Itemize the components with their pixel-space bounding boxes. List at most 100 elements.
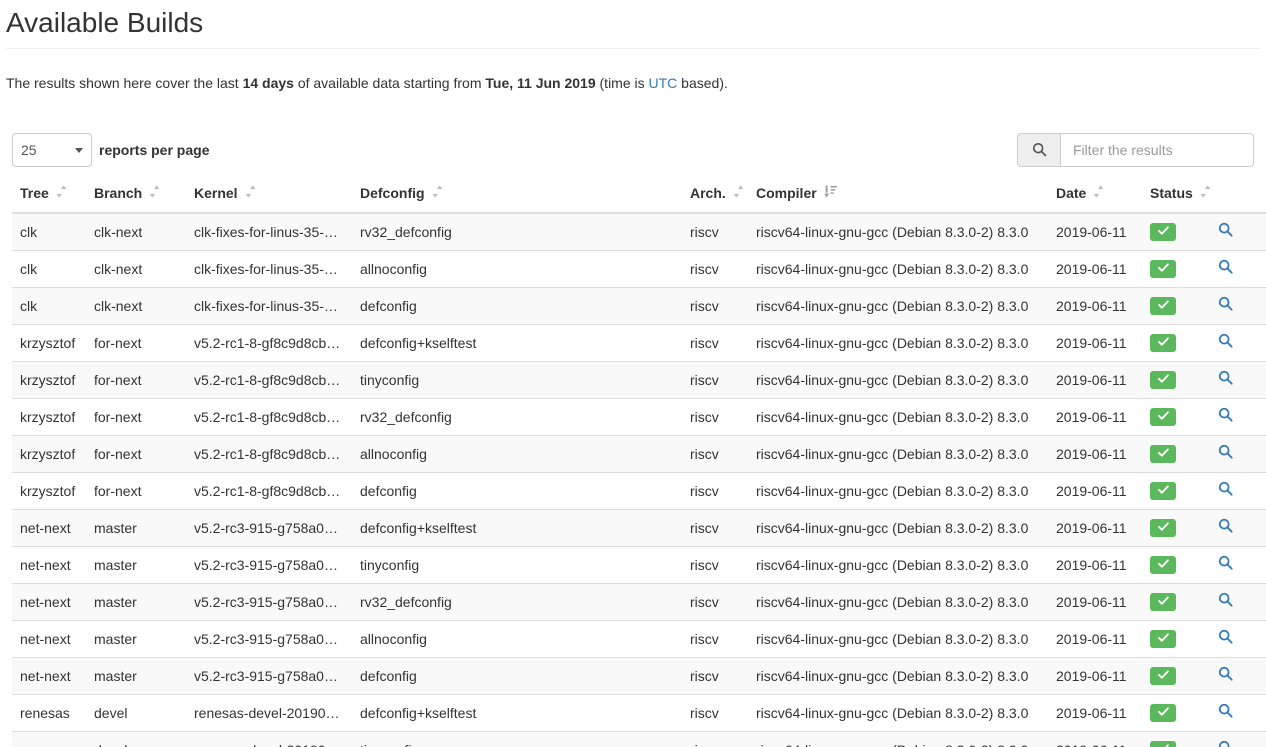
sort-both-icon — [432, 185, 443, 198]
cell-date: 2019-06-11 — [1048, 471, 1142, 510]
cell-compiler: riscv64-linux-gnu-gcc (Debian 8.3.0-2) 8… — [748, 286, 1048, 325]
cell-arch: riscv — [682, 434, 748, 473]
cell-date: 2019-06-11 — [1048, 693, 1142, 732]
view-details-link[interactable] — [1218, 444, 1233, 459]
view-details-link[interactable] — [1218, 740, 1233, 747]
column-header-kernel[interactable]: Kernel — [186, 182, 352, 214]
cell-kernel-text: clk-fixes-for-linus-35-… — [194, 260, 338, 277]
cell-date: 2019-06-11 — [1048, 397, 1142, 436]
status-badge-pass — [1150, 333, 1176, 353]
column-header-tree[interactable]: Tree — [12, 182, 86, 214]
view-details-link[interactable] — [1218, 259, 1233, 274]
view-details-link[interactable] — [1218, 222, 1233, 237]
builds-table-body: clk clk-next clk-fixes-for-linus-35-… rv32_… — [12, 212, 1266, 747]
view-details-link[interactable] — [1218, 407, 1233, 422]
sort-both-icon — [149, 185, 160, 198]
table-row[interactable]: clk clk-next clk-fixes-for-linus-35-… defco… — [12, 286, 1266, 325]
cell-kernel-text: v5.2-rc3-915-g758a0… — [194, 593, 338, 610]
cell-actions — [1210, 582, 1266, 621]
table-row[interactable]: clk clk-next clk-fixes-for-linus-35-… rv32_… — [12, 212, 1266, 251]
check-icon — [1157, 333, 1170, 353]
search-details-icon — [1218, 333, 1233, 351]
cell-defconfig: defconfig — [352, 656, 682, 695]
column-label-compiler: Compiler — [756, 184, 817, 201]
cell-tree: clk — [12, 249, 86, 288]
cell-kernel: renesas-devel-20190… — [186, 730, 352, 747]
view-details-link[interactable] — [1218, 666, 1233, 681]
cell-defconfig: defconfig — [352, 471, 682, 510]
column-header-branch[interactable]: Branch — [86, 182, 186, 214]
cell-actions — [1210, 323, 1266, 362]
cell-status — [1142, 471, 1210, 510]
table-row[interactable]: net-next master v5.2-rc3-915-g758a0… allnoc… — [12, 619, 1266, 658]
column-header-defconfig[interactable]: Defconfig — [352, 182, 682, 214]
table-row[interactable]: renesas devel renesas-devel-20190… defconfi… — [12, 693, 1266, 732]
check-icon — [1157, 703, 1170, 723]
view-details-link[interactable] — [1218, 370, 1233, 385]
table-row[interactable]: krzysztof for-next v5.2-rc1-8-gf8c9d8cb… al… — [12, 434, 1266, 473]
view-details-link[interactable] — [1218, 333, 1233, 348]
cell-compiler: riscv64-linux-gnu-gcc (Debian 8.3.0-2) 8… — [748, 471, 1048, 510]
column-label-branch: Branch — [94, 184, 143, 201]
cell-defconfig: defconfig+kselftest — [352, 693, 682, 732]
cell-actions — [1210, 508, 1266, 547]
table-row[interactable]: net-next master v5.2-rc3-915-g758a0… defcon… — [12, 508, 1266, 547]
chevron-down-icon — [75, 147, 83, 153]
sort-amount-desc-icon — [823, 185, 837, 198]
table-row[interactable]: krzysztof for-next v5.2-rc1-8-gf8c9d8cb… ti… — [12, 360, 1266, 399]
status-badge-pass — [1150, 481, 1176, 500]
view-details-link[interactable] — [1218, 296, 1233, 311]
column-header-compiler[interactable]: Compiler — [748, 182, 1048, 214]
status-badge-pass — [1150, 703, 1176, 723]
table-row[interactable]: renesasdevel renesas-devel-20190… tinyconf… — [12, 730, 1266, 747]
cell-compiler-text: riscv64-linux-gnu-gcc (Debian 8.3.0-2) 8… — [756, 519, 1029, 536]
cell-arch: riscv — [682, 471, 748, 510]
cell-branch: devel — [86, 693, 186, 732]
timezone-link[interactable]: UTC — [649, 75, 678, 91]
filter-input[interactable] — [1060, 132, 1254, 167]
builds-table: Tree Branch Kernel Defconfig Arch. Compi… — [12, 182, 1266, 747]
view-details-link[interactable] — [1218, 629, 1233, 644]
view-details-link[interactable] — [1218, 703, 1233, 718]
cell-kernel: v5.2-rc1-8-gf8c9d8cb… — [186, 323, 352, 362]
view-details-link[interactable] — [1218, 555, 1233, 570]
column-label-date: Date — [1056, 184, 1087, 201]
cell-branch: for-next — [86, 434, 186, 473]
cell-compiler: riscv64-linux-gnu-gcc (Debian 8.3.0-2) 8… — [748, 730, 1048, 747]
cell-branch: master — [86, 508, 186, 547]
table-row[interactable]: krzysztof for-next v5.2-rc1-8-gf8c9d8cb… rv… — [12, 397, 1266, 436]
search-details-icon — [1218, 592, 1233, 610]
cell-kernel: renesas-devel-20190… — [186, 693, 352, 732]
reports-per-page-select[interactable]: 25 — [12, 132, 92, 167]
filter-group — [1017, 132, 1254, 167]
cell-date: 2019-06-11 — [1048, 249, 1142, 288]
view-details-link[interactable] — [1218, 592, 1233, 607]
view-details-link[interactable] — [1218, 518, 1233, 533]
sort-both-icon — [1093, 185, 1104, 198]
cell-kernel: clk-fixes-for-linus-35-… — [186, 212, 352, 251]
table-row[interactable]: clk clk-next clk-fixes-for-linus-35-… allno… — [12, 249, 1266, 288]
cell-compiler: riscv64-linux-gnu-gcc (Debian 8.3.0-2) 8… — [748, 434, 1048, 473]
column-header-arch[interactable]: Arch. — [682, 182, 748, 214]
status-badge-pass — [1150, 518, 1176, 537]
cell-branch: master — [86, 619, 186, 658]
table-row[interactable]: krzysztof for-next v5.2-rc1-8-gf8c9d8cb… de… — [12, 323, 1266, 362]
table-row[interactable]: krzysztof for-next v5.2-rc1-8-gf8c9d8cb… de… — [12, 471, 1266, 510]
column-header-status[interactable]: Status — [1142, 182, 1211, 214]
cell-status — [1142, 397, 1210, 436]
table-row[interactable]: net-next master v5.2-rc3-915-g758a0… tinyco… — [12, 545, 1266, 584]
table-row[interactable]: net-next master v5.2-rc3-915-g758a0… defcon… — [12, 656, 1266, 695]
cell-compiler: riscv64-linux-gnu-gcc (Debian 8.3.0-2) 8… — [748, 212, 1048, 251]
view-details-link[interactable] — [1218, 481, 1233, 496]
column-header-date[interactable]: Date — [1048, 182, 1142, 214]
cell-tree: clk — [12, 212, 86, 251]
cell-kernel-text: v5.2-rc3-915-g758a0… — [194, 519, 338, 536]
cell-arch: riscv — [682, 323, 748, 362]
status-badge-pass — [1150, 222, 1176, 241]
check-icon — [1157, 555, 1170, 575]
search-details-icon — [1218, 296, 1233, 314]
cell-defconfig: defconfig — [352, 286, 682, 325]
table-row[interactable]: net-next master v5.2-rc3-915-g758a0… rv32_d… — [12, 582, 1266, 621]
cell-kernel-text: v5.2-rc1-8-gf8c9d8cb… — [194, 408, 341, 425]
cell-date: 2019-06-11 — [1048, 323, 1142, 362]
